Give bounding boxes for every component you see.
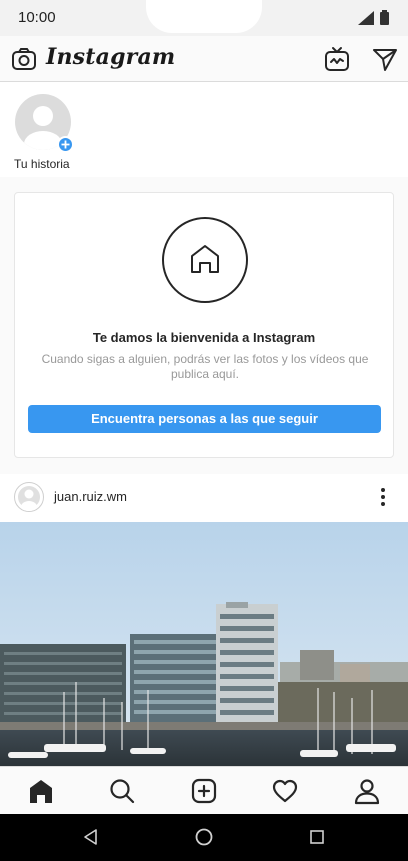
more-vertical-icon[interactable] <box>377 486 389 508</box>
default-avatar-icon <box>18 486 40 511</box>
status-time: 10:00 <box>18 9 56 26</box>
recents-icon[interactable] <box>307 827 327 847</box>
post-username[interactable]: juan.ruiz.wm <box>54 489 127 504</box>
person-icon[interactable] <box>353 777 381 805</box>
instagram-logo[interactable]: Instagram <box>46 44 175 70</box>
post-photo[interactable] <box>0 522 408 766</box>
status-bar: 10:00 <box>0 0 408 36</box>
heart-icon[interactable] <box>271 777 299 805</box>
igtv-icon[interactable] <box>324 46 350 72</box>
welcome-description: Cuando sigas a alguien, podrás ver las f… <box>41 352 369 381</box>
search-icon[interactable] <box>108 777 136 805</box>
add-story-icon[interactable] <box>57 136 74 153</box>
back-icon[interactable] <box>81 827 101 847</box>
signal-battery-icon <box>358 10 389 25</box>
post-author-avatar[interactable] <box>14 482 44 512</box>
top-app-bar: Instagram <box>0 36 408 82</box>
bottom-navigation <box>0 766 408 814</box>
find-people-button[interactable]: Encuentra personas a las que seguir <box>28 405 381 433</box>
plus-square-icon[interactable] <box>190 777 218 805</box>
stories-tray: Tu historia <box>0 83 408 177</box>
system-navigation-bar <box>0 814 408 861</box>
home-icon[interactable] <box>27 777 55 805</box>
feed-divider <box>0 466 408 474</box>
harbor-photo <box>0 522 408 766</box>
home-button-icon[interactable] <box>194 827 214 847</box>
welcome-card: Te damos la bienvenida a Instagram Cuand… <box>14 192 394 458</box>
paper-plane-icon[interactable] <box>372 46 398 72</box>
own-story-label: Tu historia <box>14 157 70 171</box>
camera-notch <box>146 0 262 33</box>
camera-icon[interactable] <box>11 46 37 72</box>
home-icon <box>162 217 248 303</box>
welcome-title: Te damos la bienvenida a Instagram <box>92 330 316 345</box>
post-header: juan.ruiz.wm <box>0 474 408 522</box>
